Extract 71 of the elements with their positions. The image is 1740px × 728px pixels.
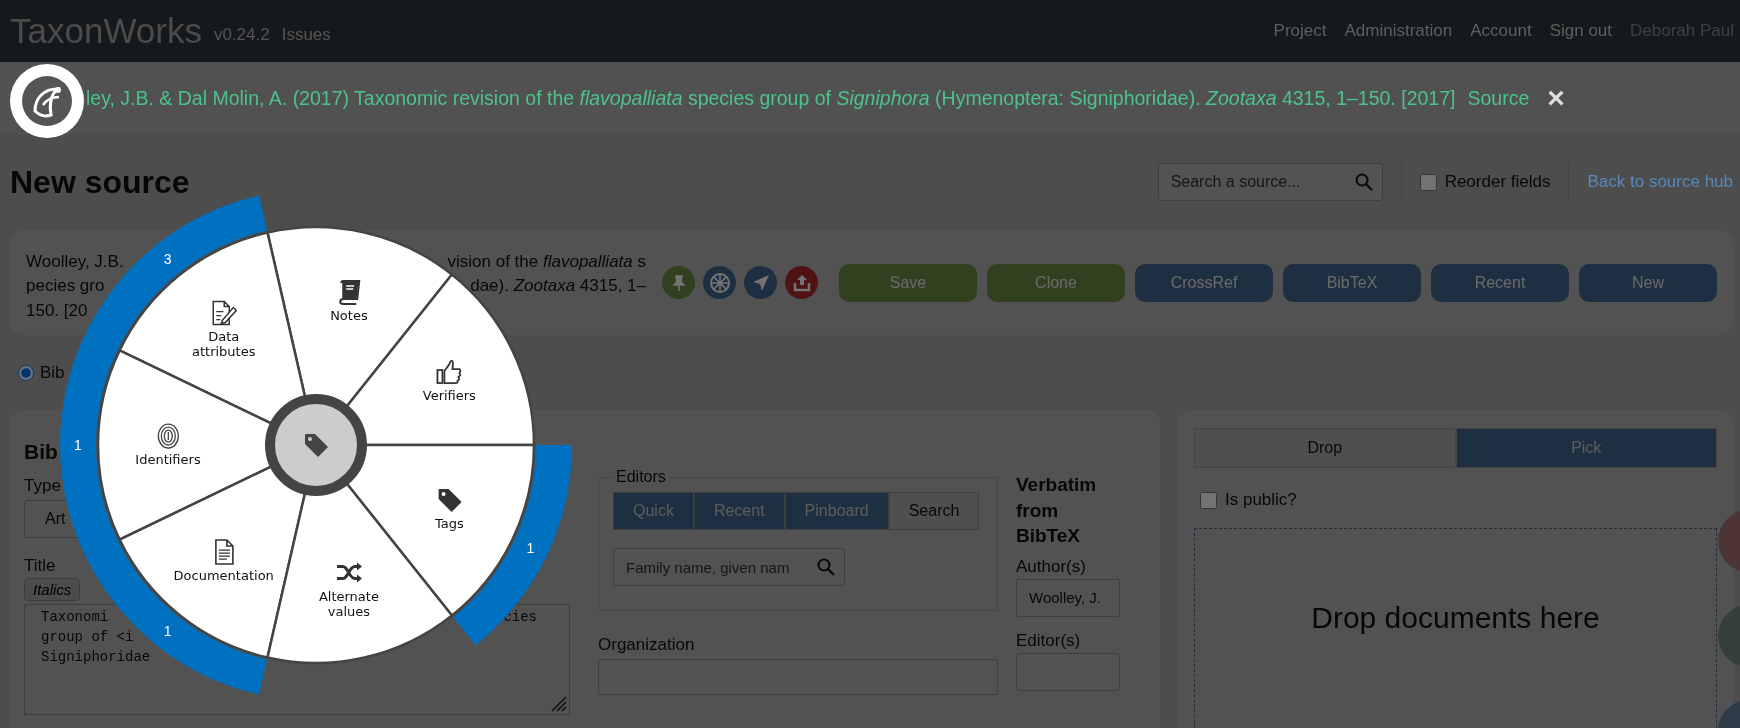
reorder-checkbox[interactable] [1419, 173, 1437, 191]
organization-label: Organization [598, 635, 695, 655]
nav-link[interactable]: Project [1273, 21, 1327, 41]
upload-button[interactable] [785, 266, 818, 299]
verbatim-heading: Verbatim from BibTeX [1016, 473, 1098, 549]
close-button[interactable]: × [1543, 83, 1569, 113]
italics-button[interactable]: Italics [24, 578, 81, 601]
nav-link[interactable]: Sign out [1549, 21, 1613, 41]
panel-heading: Bib [24, 440, 58, 464]
public-checkbox[interactable] [1200, 491, 1217, 509]
navigate-button[interactable] [744, 266, 777, 299]
item-count: 1 [163, 623, 172, 640]
radial-menu-item[interactable]: Documentation [173, 537, 274, 584]
action-button[interactable]: Recent [1431, 263, 1569, 302]
selector-tab[interactable]: Search [888, 492, 980, 530]
radial-menu-item[interactable]: Alternate values [318, 558, 379, 620]
citation-text: Woolley, J.B. [26, 250, 124, 273]
authors-label: Author(s) [1016, 556, 1086, 577]
wheel-icon [708, 271, 731, 294]
pin-button[interactable] [662, 266, 695, 299]
radial-menu-item[interactable]: Identifiers [135, 422, 201, 468]
pin-icon [669, 273, 688, 292]
authors-field[interactable]: Woolley, J. [1016, 578, 1120, 617]
selector-tab[interactable]: Pinboard [784, 492, 889, 530]
editors-label: Editor(s) [1016, 630, 1081, 651]
selector-tab[interactable]: Quick [613, 492, 694, 530]
public-label: Is public? [1225, 490, 1297, 510]
page-title: New source [10, 163, 191, 201]
action-button[interactable]: Save [839, 263, 977, 302]
type-label: Type [24, 476, 61, 496]
nav-link[interactable]: Administration [1344, 21, 1453, 41]
search-field[interactable]: Search a source... [1157, 163, 1383, 201]
mode-tab[interactable]: Drop [1194, 428, 1456, 468]
dropzone[interactable]: Drop documents here [1194, 528, 1717, 728]
type-radio[interactable] [18, 364, 34, 381]
selector-tab[interactable]: Recent [693, 492, 785, 530]
reorder-label: Reorder fields [1444, 172, 1551, 192]
editors-legend: Editors [613, 468, 669, 486]
send-arrow-icon [751, 273, 770, 292]
action-button[interactable]: CrossRef [1135, 263, 1273, 302]
type-option-label: Bib [40, 362, 65, 383]
radial-menu-item[interactable]: Verifiers [422, 357, 476, 404]
citation-text: pecies gro [26, 275, 105, 298]
search-icon [1354, 173, 1373, 191]
radial-button[interactable] [703, 266, 736, 299]
mode-tab[interactable]: Pick [1455, 428, 1717, 468]
source-citation: ley, J.B. & Dal Molin, A. (2017) Taxonomic revision of the flavopalliata species group of Signiphora (Hymenoptera: Signiphoridae). Zootaxa 4315, 1–150. [2017] [86, 86, 1456, 110]
item-count: 3 [163, 250, 172, 267]
radial-menu-item[interactable]: Tags [434, 486, 464, 533]
nav-link[interactable]: Account [1470, 21, 1532, 41]
title-label: Title [24, 556, 56, 576]
radial-menu-item[interactable]: Data attributes [192, 298, 256, 360]
citation-text: vision of the flavopalliata s [447, 250, 646, 273]
action-button[interactable]: New [1579, 263, 1717, 302]
back-link[interactable]: Back to source hub [1587, 172, 1733, 192]
action-button[interactable]: BibTeX [1283, 263, 1421, 302]
upload-icon [792, 273, 811, 292]
search-icon [817, 558, 835, 576]
dropzone-text: Drop documents here [1311, 601, 1600, 636]
source-type-label: Source [1467, 86, 1530, 110]
radial-menu-item[interactable]: Notes [330, 277, 368, 324]
tag-icon [302, 431, 330, 459]
editor-search-field[interactable]: Family name, given nam [613, 548, 845, 586]
action-button[interactable]: Clone [987, 263, 1125, 302]
item-count: 1 [526, 540, 535, 557]
item-count: 1 [74, 437, 82, 453]
citation-text: 150. [20 [26, 299, 88, 322]
citation-text: dae). Zootaxa 4315, 1– [470, 275, 646, 298]
thumbs-up-icon [435, 357, 464, 386]
version-label: v0.24.2 [213, 25, 270, 45]
issues-link[interactable]: Issues [281, 25, 331, 45]
